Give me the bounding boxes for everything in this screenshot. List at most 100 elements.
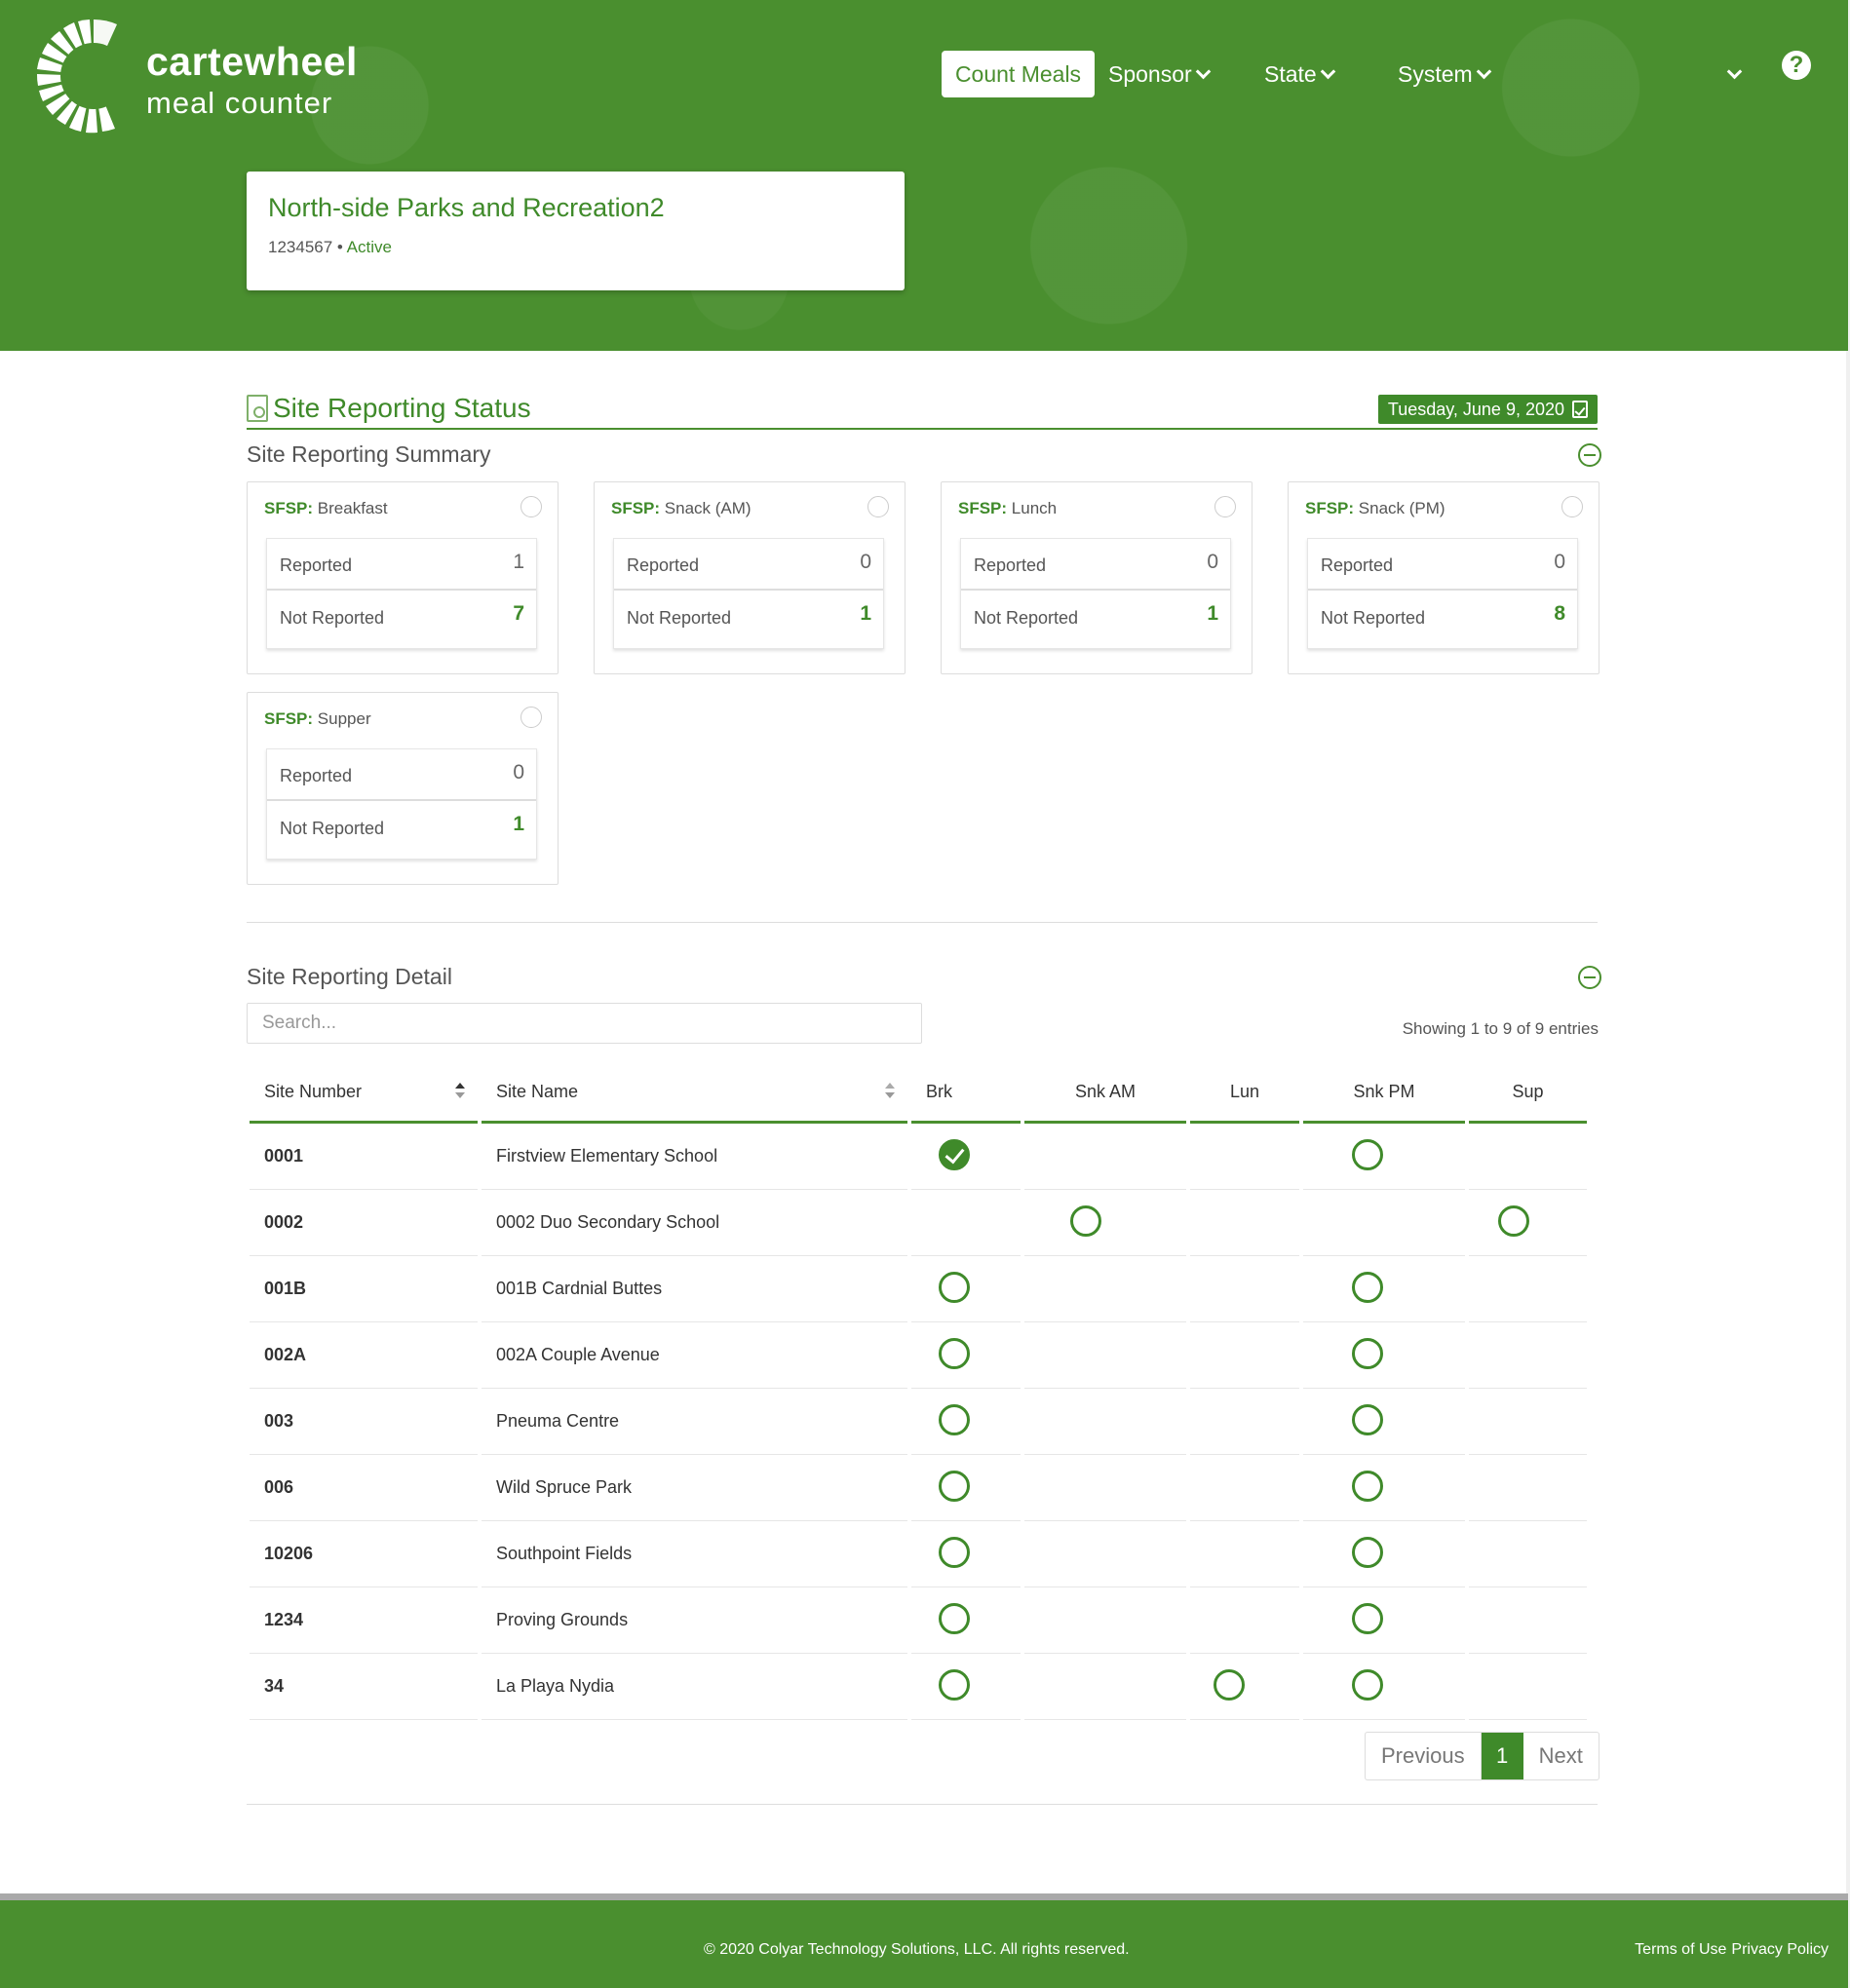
- help-icon[interactable]: ?: [1782, 51, 1811, 80]
- site-number: 1234: [250, 1587, 478, 1654]
- chevron-down-icon: [1726, 63, 1743, 79]
- user-menu[interactable]: [1726, 51, 1743, 97]
- not-reported-circle-icon[interactable]: [939, 1603, 970, 1634]
- not-reported-circle-icon[interactable]: [1352, 1338, 1383, 1369]
- nav-sponsor[interactable]: Sponsor: [1108, 51, 1211, 97]
- nav-system[interactable]: System: [1398, 51, 1491, 97]
- brand-subtitle: meal counter: [146, 86, 333, 120]
- meal-name: Breakfast: [317, 499, 388, 517]
- not-reported-circle-icon[interactable]: [1070, 1205, 1101, 1237]
- reported-check-icon[interactable]: [939, 1139, 970, 1170]
- not-reported-circle-icon[interactable]: [939, 1272, 970, 1303]
- not-reported-count[interactable]: 8: [1554, 602, 1565, 626]
- reported-row: Reported 0: [1308, 539, 1577, 591]
- not-reported-label: Not Reported: [1321, 608, 1426, 628]
- reported-count: 0: [860, 551, 871, 573]
- meal-name: Snack (AM): [664, 499, 752, 517]
- not-reported-circle-icon[interactable]: [1214, 1669, 1245, 1701]
- meal-program: SFSP:: [611, 499, 661, 517]
- logo[interactable]: cartewheel meal counter: [35, 18, 357, 134]
- not-reported-circle-icon[interactable]: [1352, 1669, 1383, 1701]
- privacy-link[interactable]: Privacy Policy: [1731, 1941, 1829, 1959]
- not-reported-circle-icon[interactable]: [1498, 1205, 1529, 1237]
- site-number: 0001: [250, 1124, 478, 1190]
- nav-state-label: State: [1264, 60, 1317, 87]
- not-reported-count[interactable]: 1: [860, 602, 871, 626]
- sponsor-id: 1234567: [268, 238, 333, 256]
- not-reported-circle-icon[interactable]: [1352, 1537, 1383, 1568]
- table-row: 006 Wild Spruce Park: [250, 1455, 1595, 1521]
- collapse-summary-icon[interactable]: [1578, 443, 1601, 467]
- meal-select-radio[interactable]: [1214, 496, 1236, 517]
- th-snk-pm[interactable]: Snk PM: [1303, 1069, 1465, 1124]
- site-number: 001B: [250, 1256, 478, 1322]
- th-sup[interactable]: Sup: [1469, 1069, 1587, 1124]
- meal-cell-brk: [911, 1322, 1021, 1389]
- meal-cell-snk-am: [1024, 1587, 1186, 1654]
- previous-page-button[interactable]: Previous: [1366, 1733, 1482, 1779]
- not-reported-circle-icon[interactable]: [939, 1404, 970, 1435]
- meal-cell-brk: [911, 1654, 1021, 1720]
- table-row: 003 Pneuma Centre: [250, 1389, 1595, 1455]
- table-row: 1234 Proving Grounds: [250, 1587, 1595, 1654]
- meal-cell-sup: [1469, 1389, 1587, 1455]
- not-reported-circle-icon[interactable]: [939, 1471, 970, 1502]
- site-name: La Playa Nydia: [482, 1654, 907, 1720]
- not-reported-circle-icon[interactable]: [1352, 1471, 1383, 1502]
- nav-sponsor-label: Sponsor: [1108, 60, 1192, 87]
- not-reported-count[interactable]: 1: [1207, 602, 1218, 626]
- document-icon: [247, 395, 268, 422]
- terms-link[interactable]: Terms of Use: [1635, 1941, 1726, 1959]
- meal-cell-snk-pm: [1303, 1587, 1465, 1654]
- detail-title: Site Reporting Detail: [247, 964, 452, 989]
- not-reported-circle-icon[interactable]: [1352, 1603, 1383, 1634]
- sort-icon: [454, 1083, 466, 1102]
- meal-select-radio[interactable]: [1561, 496, 1583, 517]
- next-page-button[interactable]: Next: [1523, 1733, 1599, 1779]
- not-reported-circle-icon[interactable]: [939, 1338, 970, 1369]
- meal-cell-snk-am: [1024, 1521, 1186, 1587]
- meal-name: Snack (PM): [1358, 499, 1445, 517]
- site-table: Site Number Site Name Brk Snk AM Lun Snk…: [250, 1069, 1595, 1720]
- not-reported-circle-icon[interactable]: [1352, 1139, 1383, 1170]
- meal-cell-snk-pm: [1303, 1322, 1465, 1389]
- th-brk[interactable]: Brk: [911, 1069, 1021, 1124]
- not-reported-circle-icon[interactable]: [1352, 1404, 1383, 1435]
- meal-cell-snk-pm: [1303, 1256, 1465, 1322]
- nav-state[interactable]: State: [1264, 51, 1335, 97]
- nav-count-meals[interactable]: Count Meals: [942, 51, 1095, 97]
- header: cartewheel meal counter Count Meals Spon…: [0, 0, 1848, 351]
- meal-stats: Reported 1 Not Reported 7: [266, 538, 537, 649]
- not-reported-circle-icon[interactable]: [939, 1669, 970, 1701]
- chevron-down-icon: [1195, 63, 1211, 79]
- th-snk-am[interactable]: Snk AM: [1024, 1069, 1186, 1124]
- site-name: Southpoint Fields: [482, 1521, 907, 1587]
- table-row: 10206 Southpoint Fields: [250, 1521, 1595, 1587]
- th-lun[interactable]: Lun: [1190, 1069, 1299, 1124]
- not-reported-circle-icon[interactable]: [1352, 1272, 1383, 1303]
- page-1-button[interactable]: 1: [1481, 1733, 1523, 1779]
- th-site-name[interactable]: Site Name: [482, 1069, 907, 1124]
- not-reported-label: Not Reported: [974, 608, 1079, 628]
- meal-cell-snk-am: [1024, 1190, 1186, 1256]
- meal-cell-brk: [911, 1521, 1021, 1587]
- meal-title: SFSP: Snack (PM): [1305, 499, 1445, 518]
- meal-cell-brk: [911, 1190, 1021, 1256]
- meal-select-radio[interactable]: [520, 707, 542, 728]
- site-number: 003: [250, 1389, 478, 1455]
- search-input[interactable]: Search...: [247, 1003, 922, 1044]
- collapse-detail-icon[interactable]: [1578, 966, 1601, 989]
- meal-cell-lun: [1190, 1124, 1299, 1190]
- meal-cell-lun: [1190, 1521, 1299, 1587]
- not-reported-count[interactable]: 1: [513, 813, 524, 836]
- summary-title: Site Reporting Summary: [247, 441, 491, 467]
- meal-cell-snk-am: [1024, 1256, 1186, 1322]
- date-picker-button[interactable]: Tuesday, June 9, 2020: [1377, 395, 1598, 424]
- not-reported-count[interactable]: 7: [513, 602, 524, 626]
- meal-cell-snk-pm: [1303, 1190, 1465, 1256]
- not-reported-label: Not Reported: [627, 608, 732, 628]
- meal-select-radio[interactable]: [867, 496, 889, 517]
- meal-select-radio[interactable]: [520, 496, 542, 517]
- th-site-number[interactable]: Site Number: [250, 1069, 478, 1124]
- not-reported-circle-icon[interactable]: [939, 1537, 970, 1568]
